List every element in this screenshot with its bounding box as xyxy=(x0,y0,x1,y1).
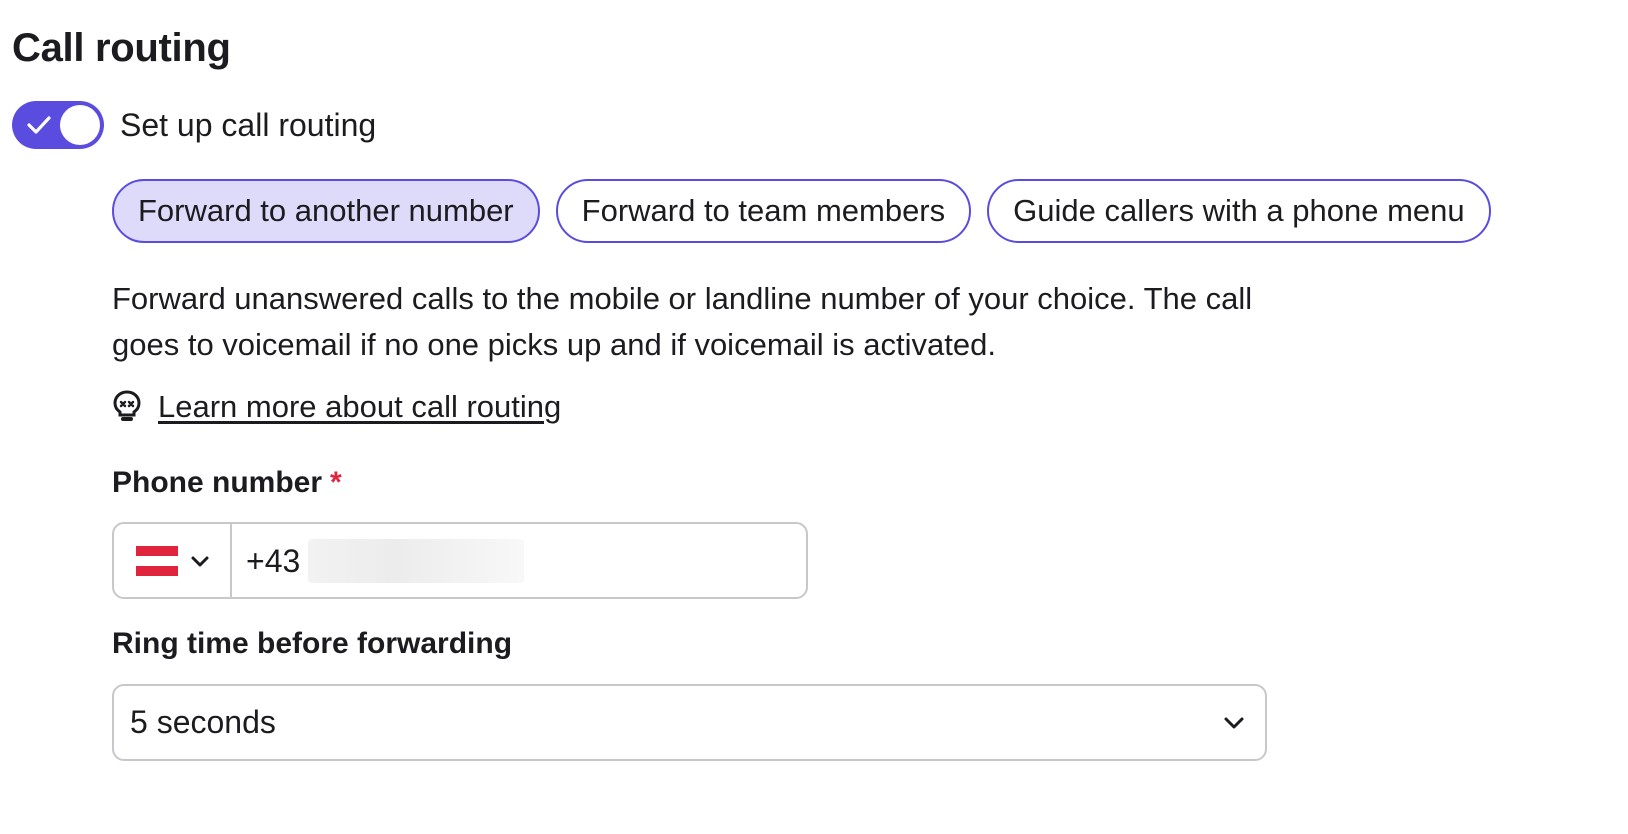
learn-more-link[interactable]: Learn more about call routing xyxy=(158,389,561,425)
toggle-knob xyxy=(60,105,100,145)
phone-label-text: Phone number xyxy=(112,466,323,499)
routing-options: Forward to another number Forward to tea… xyxy=(112,179,1491,243)
option-description: Forward unanswered calls to the mobile o… xyxy=(112,281,1253,362)
call-routing-toggle-row: Set up call routing xyxy=(12,100,376,150)
lightbulb-icon xyxy=(113,390,141,421)
option-forward-another-number[interactable]: Forward to another number xyxy=(112,179,540,243)
phone-number-label: Phone number * xyxy=(112,463,342,503)
ring-time-select[interactable]: 5 seconds xyxy=(112,684,1267,761)
option-forward-team-members[interactable]: Forward to team members xyxy=(555,179,972,243)
chevron-down-icon xyxy=(1224,717,1244,728)
phone-number-field: +43 xyxy=(112,522,808,599)
ring-time-label: Ring time before forwarding xyxy=(112,627,513,660)
phone-input[interactable]: +43 xyxy=(232,524,525,597)
austria-flag-icon xyxy=(136,545,178,576)
required-asterisk: * xyxy=(330,466,342,499)
option-guide-phone-menu[interactable]: Guide callers with a phone menu xyxy=(987,179,1491,243)
country-selector[interactable] xyxy=(114,524,232,597)
page-title: Call routing xyxy=(12,26,231,70)
chevron-down-icon xyxy=(191,556,209,566)
toggle-label: Set up call routing xyxy=(120,107,377,143)
learn-more-row: Learn more about call routing xyxy=(112,386,561,428)
call-routing-toggle[interactable] xyxy=(12,101,104,149)
dial-prefix: +43 xyxy=(246,542,301,579)
checkmark-icon xyxy=(27,116,51,134)
redacted-phone-number xyxy=(308,538,525,583)
ring-time-value: 5 seconds xyxy=(130,704,276,740)
